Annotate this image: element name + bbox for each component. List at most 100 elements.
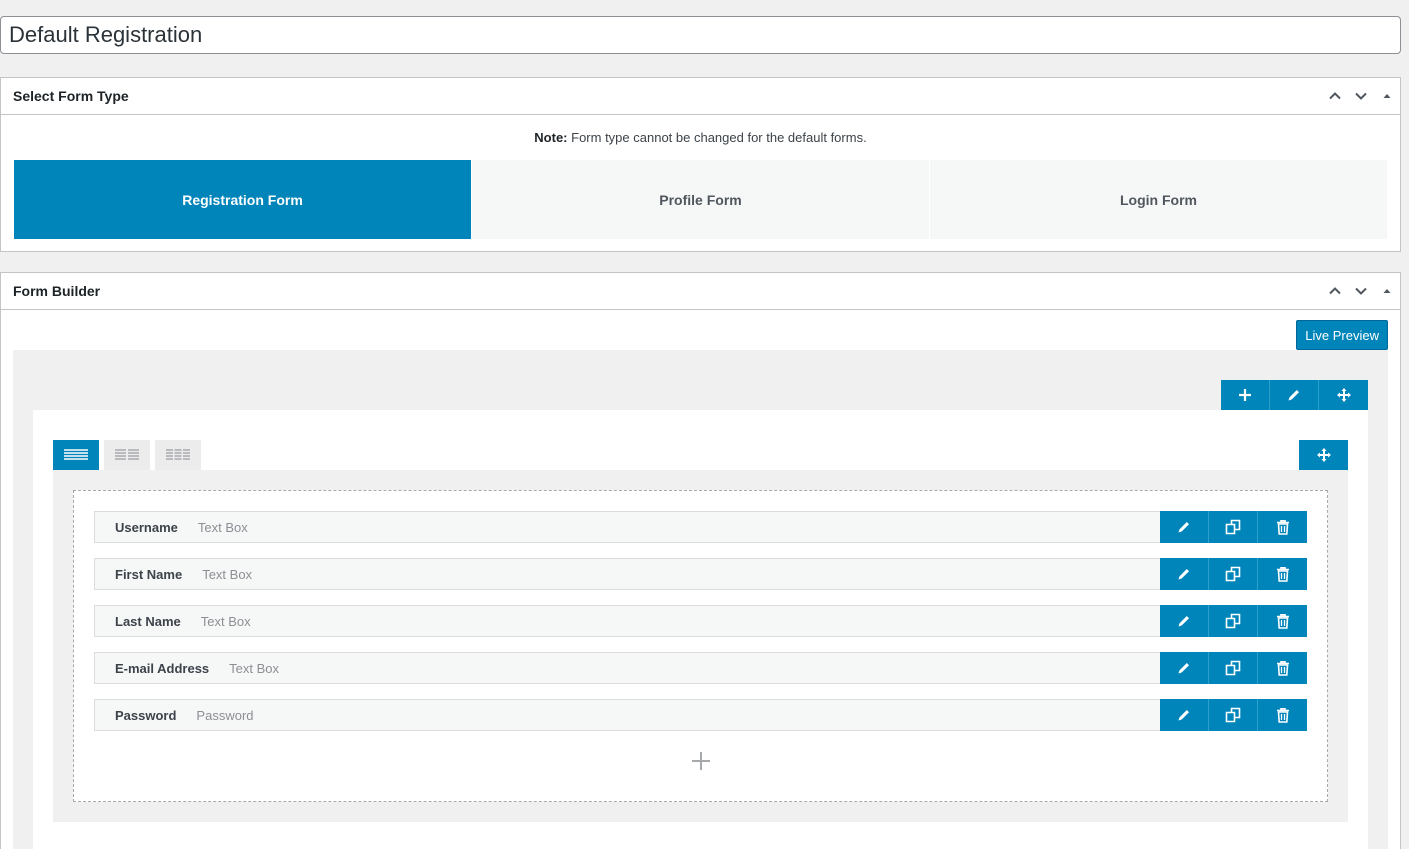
chevron-up-icon [1329, 92, 1341, 100]
field-label: Password [115, 707, 177, 723]
duplicate-icon [1225, 519, 1241, 535]
plus-icon [1239, 389, 1251, 401]
move-row-button[interactable] [1319, 380, 1368, 410]
add-field-button[interactable] [689, 749, 713, 773]
triangle-up-icon [1383, 94, 1391, 98]
field-row-email-address[interactable]: E-mail Address Text Box [94, 652, 1307, 684]
move-icon [1336, 388, 1351, 402]
form-type-note: Note: Form type cannot be changed for th… [1, 131, 1400, 145]
move-up-button[interactable] [1322, 78, 1348, 114]
field-row-password[interactable]: Password Password [94, 699, 1307, 731]
duplicate-icon [1225, 613, 1241, 629]
pencil-icon [1178, 710, 1189, 721]
note-text: Form type cannot be changed for the defa… [567, 130, 867, 145]
two-column-tab[interactable] [104, 440, 150, 470]
one-column-tab[interactable] [53, 440, 99, 470]
note-label: Note: [534, 130, 568, 145]
edit-field-button[interactable] [1160, 558, 1209, 590]
live-preview-button[interactable]: Live Preview [1296, 320, 1388, 350]
duplicate-icon [1225, 566, 1241, 582]
field-label: Last Name [115, 613, 181, 629]
field-row-username[interactable]: Username Text Box [94, 511, 1307, 543]
delete-field-button[interactable] [1258, 558, 1307, 590]
trash-icon [1276, 567, 1289, 582]
builder-canvas: Username Text Box First Name Text Box La… [13, 350, 1388, 849]
edit-field-button[interactable] [1160, 699, 1209, 731]
panel-header: Form Builder [1, 273, 1400, 310]
toggle-panel-button[interactable] [1374, 273, 1400, 309]
field-actions [1160, 511, 1307, 543]
column-layout-tabs [53, 440, 206, 470]
delete-field-button[interactable] [1258, 511, 1307, 543]
pencil-icon [1178, 616, 1189, 627]
plus-icon [692, 752, 710, 770]
duplicate-icon [1225, 660, 1241, 676]
chevron-up-icon [1329, 287, 1341, 295]
row-section: Username Text Box First Name Text Box La… [33, 410, 1368, 849]
trash-icon [1276, 520, 1289, 535]
field-actions [1160, 605, 1307, 637]
duplicate-field-button[interactable] [1209, 558, 1258, 590]
field-actions [1160, 652, 1307, 684]
duplicate-field-button[interactable] [1209, 652, 1258, 684]
three-column-tab[interactable] [155, 440, 201, 470]
field-type: Text Box [202, 566, 253, 582]
column-container: Username Text Box First Name Text Box La… [53, 470, 1348, 822]
form-type-tabs: Registration Form Profile Form Login For… [14, 160, 1388, 239]
pencil-icon [1178, 663, 1189, 674]
field-type: Text Box [229, 660, 280, 676]
delete-field-button[interactable] [1258, 605, 1307, 637]
field-row-first-name[interactable]: First Name Text Box [94, 558, 1307, 590]
field-label: Username [115, 519, 178, 535]
move-icon [1316, 448, 1331, 462]
field-actions [1160, 558, 1307, 590]
chevron-down-icon [1355, 287, 1367, 295]
panel-header: Select Form Type [1, 78, 1400, 115]
field-label: E-mail Address [115, 660, 210, 676]
columns-3-icon [166, 449, 190, 460]
triangle-up-icon [1383, 289, 1391, 293]
field-label: First Name [115, 566, 183, 582]
fields-drop-area[interactable]: Username Text Box First Name Text Box La… [73, 490, 1328, 802]
pencil-icon [1178, 569, 1189, 580]
edit-field-button[interactable] [1160, 652, 1209, 684]
field-type: Text Box [200, 613, 251, 629]
tab-login-form[interactable]: Login Form [930, 160, 1387, 239]
edit-field-button[interactable] [1160, 511, 1209, 543]
move-down-button[interactable] [1348, 78, 1374, 114]
trash-icon [1276, 708, 1289, 723]
field-actions [1160, 699, 1307, 731]
duplicate-field-button[interactable] [1209, 511, 1258, 543]
field-type: Text Box [197, 519, 248, 535]
duplicate-field-button[interactable] [1209, 605, 1258, 637]
select-form-type-panel: Select Form Type Note: Form type cannot … [0, 77, 1401, 252]
row-toolbar [1221, 380, 1368, 410]
panel-title: Form Builder [13, 283, 101, 299]
add-row-button[interactable] [1221, 380, 1270, 410]
field-row-last-name[interactable]: Last Name Text Box [94, 605, 1307, 637]
panel-handle-actions [1322, 78, 1400, 114]
field-type: Password [196, 707, 254, 723]
move-up-button[interactable] [1322, 273, 1348, 309]
form-title-input[interactable] [0, 16, 1401, 54]
tab-profile-form[interactable]: Profile Form [472, 160, 929, 239]
edit-field-button[interactable] [1160, 605, 1209, 637]
trash-icon [1276, 614, 1289, 629]
duplicate-field-button[interactable] [1209, 699, 1258, 731]
trash-icon [1276, 661, 1289, 676]
move-down-button[interactable] [1348, 273, 1374, 309]
delete-field-button[interactable] [1258, 652, 1307, 684]
column-move-group [1299, 440, 1348, 470]
duplicate-icon [1225, 707, 1241, 723]
panel-handle-actions [1322, 273, 1400, 309]
pencil-icon [1178, 522, 1189, 533]
tab-registration-form[interactable]: Registration Form [14, 160, 471, 239]
pencil-icon [1288, 390, 1299, 401]
move-column-button[interactable] [1299, 440, 1348, 470]
edit-row-button[interactable] [1270, 380, 1319, 410]
toggle-panel-button[interactable] [1374, 78, 1400, 114]
columns-2-icon [115, 449, 139, 460]
delete-field-button[interactable] [1258, 699, 1307, 731]
form-builder-panel: Form Builder Live Preview Username Text … [0, 272, 1401, 849]
panel-title: Select Form Type [13, 88, 129, 104]
